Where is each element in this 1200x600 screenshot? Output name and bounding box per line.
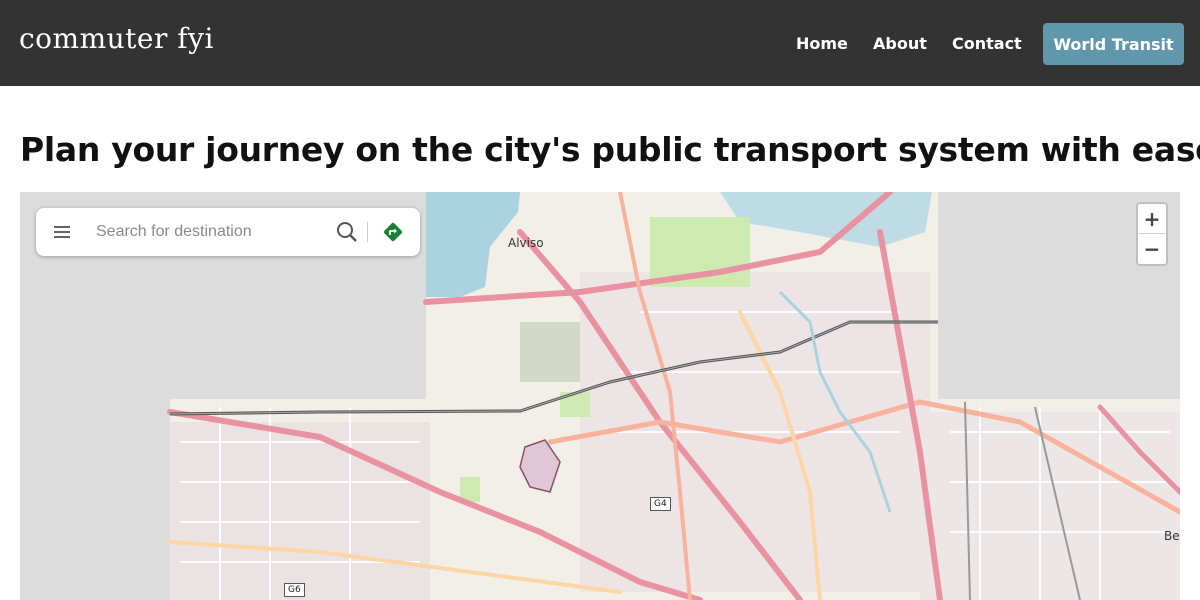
directions-icon[interactable] — [382, 221, 404, 243]
zoom-control: + − — [1136, 202, 1168, 266]
zoom-in-button[interactable]: + — [1138, 204, 1166, 234]
search-divider — [367, 222, 368, 242]
brand-logo[interactable]: commuter fyi — [19, 22, 214, 55]
destination-search-box — [36, 208, 420, 256]
zoom-out-button[interactable]: − — [1138, 234, 1166, 264]
map-town-label: Alviso — [508, 236, 544, 250]
transit-map[interactable]: Alviso Be G4 G6 + − — [20, 192, 1180, 600]
map-edge-label: Be — [1164, 529, 1180, 543]
nav-home-link[interactable]: Home — [796, 34, 848, 53]
hamburger-menu-icon[interactable] — [52, 222, 72, 242]
search-input[interactable] — [96, 218, 326, 246]
nav-contact-link[interactable]: Contact — [952, 34, 1022, 53]
top-navigation-bar: commuter fyi Home About Contact World Tr… — [0, 0, 1200, 86]
page-headline: Plan your journey on the city's public t… — [20, 130, 1200, 169]
world-transit-button[interactable]: World Transit — [1043, 23, 1184, 65]
route-shield-g6: G6 — [284, 583, 305, 597]
search-icon[interactable] — [336, 221, 358, 243]
nav-about-link[interactable]: About — [873, 34, 927, 53]
route-shield-g4: G4 — [650, 497, 671, 511]
